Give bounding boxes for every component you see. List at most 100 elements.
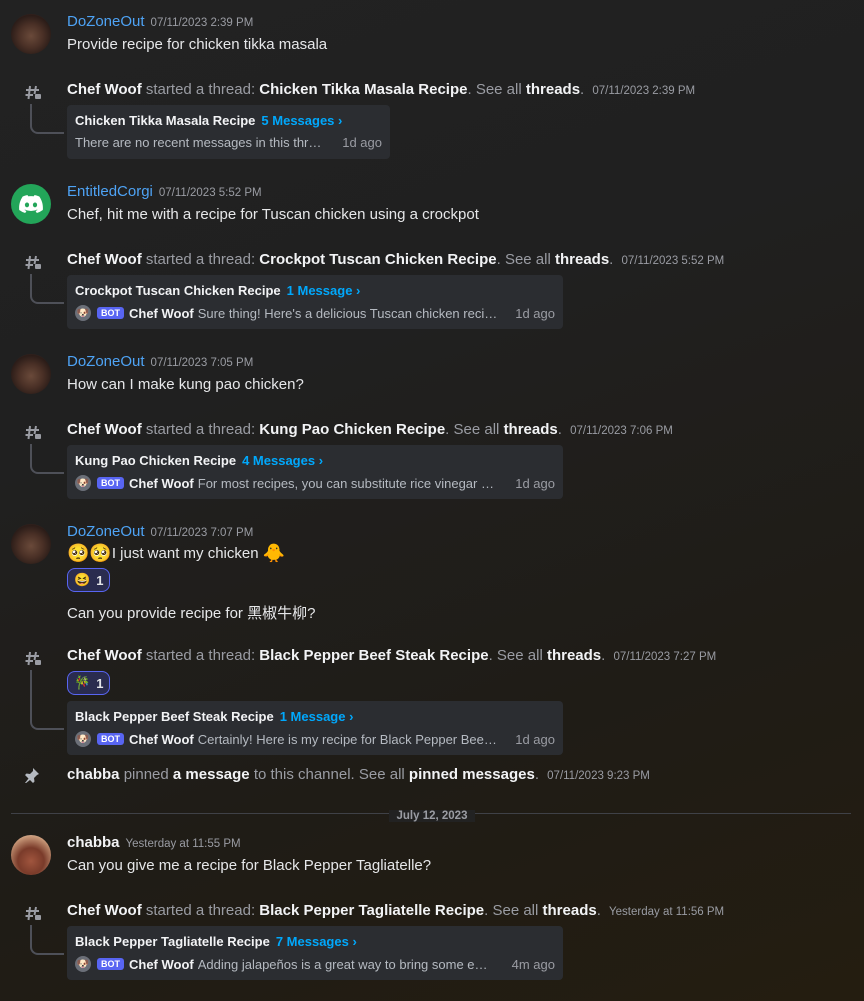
thread-name-link[interactable]: Black Pepper Tagliatelle Recipe: [259, 902, 484, 919]
timestamp: Yesterday at 11:55 PM: [125, 838, 241, 850]
timestamp: 07/11/2023 2:39 PM: [150, 17, 254, 29]
message-text: Chef, hit me with a recipe for Tuscan ch…: [67, 206, 479, 223]
username[interactable]: DoZoneOut: [67, 13, 145, 30]
preview-author: Chef Woof: [129, 475, 194, 491]
username[interactable]: EntitledCorgi: [67, 183, 153, 200]
thread-preview: Certainly! Here is my recipe for Black P…: [197, 731, 498, 747]
thread-card-title: Crockpot Tuscan Chicken Recipe: [75, 283, 281, 298]
threads-link[interactable]: threads: [547, 647, 601, 664]
timestamp: Yesterday at 11:56 PM: [609, 906, 725, 918]
pinned-messages-link[interactable]: pinned messages: [409, 766, 535, 783]
timestamp: 07/11/2023 2:39 PM: [592, 85, 696, 97]
threads-link[interactable]: threads: [526, 81, 580, 98]
timestamp: 07/11/2023 9:23 PM: [547, 770, 650, 782]
started-text: started a thread:: [145, 647, 256, 664]
reaction-count: 1: [96, 675, 104, 691]
message-text: Can you give me a recipe for Black Peppe…: [67, 857, 432, 874]
timestamp: 07/11/2023 5:52 PM: [158, 187, 262, 199]
thread-spine: [30, 670, 64, 730]
threads-link[interactable]: threads: [543, 902, 597, 919]
message-header: EntitledCorgi 07/11/2023 5:52 PM: [67, 183, 262, 200]
started-text: started a thread:: [145, 902, 256, 919]
timestamp: 07/11/2023 7:06 PM: [570, 425, 673, 437]
thread-message-count[interactable]: 1 Message ›: [280, 709, 354, 724]
thread-preview: For most recipes, you can substitute ric…: [197, 475, 497, 491]
username[interactable]: chabba: [67, 834, 120, 851]
pin-notice: chabba pinned a message to this channel.…: [67, 766, 650, 783]
to-channel-text: to this channel. See all: [253, 766, 405, 783]
pin-icon: [24, 767, 40, 788]
pin-user[interactable]: chabba: [67, 766, 120, 783]
reaction-button[interactable]: 🎋 1: [67, 671, 111, 695]
reaction-button[interactable]: 😆 1: [67, 568, 111, 592]
username[interactable]: DoZoneOut: [67, 523, 145, 540]
threads-link[interactable]: threads: [504, 421, 558, 438]
thread-icon: [24, 424, 42, 442]
username[interactable]: DoZoneOut: [67, 353, 145, 370]
thread-card[interactable]: Black Pepper Beef Steak Recipe 1 Message …: [67, 701, 563, 755]
pinned-message-link[interactable]: a message: [173, 766, 250, 783]
thread-message-count[interactable]: 7 Messages ›: [276, 934, 357, 949]
timestamp: 07/11/2023 7:27 PM: [613, 651, 717, 663]
reaction-count: 1: [96, 572, 104, 588]
threads-link[interactable]: threads: [555, 251, 609, 268]
message-header: DoZoneOut 07/11/2023 7:05 PM: [67, 353, 253, 370]
preview-author: Chef Woof: [129, 731, 194, 747]
thread-preview: There are no recent messages in this thr…: [75, 135, 325, 150]
avatar[interactable]: [11, 184, 51, 224]
thread-icon: [24, 254, 42, 272]
thread-card[interactable]: Crockpot Tuscan Chicken Recipe 1 Message …: [67, 275, 563, 329]
thread-name-link[interactable]: Black Pepper Beef Steak Recipe: [259, 647, 488, 664]
message-text: Provide recipe for chicken tikka masala: [67, 36, 328, 53]
message-header: chabba Yesterday at 11:55 PM: [67, 834, 241, 851]
thread-message-count[interactable]: 4 Messages ›: [242, 453, 323, 468]
thread-icon: [24, 84, 42, 102]
laughing-emoji: 😆: [74, 572, 91, 587]
bot-avatar: 🐶: [75, 305, 91, 321]
avatar[interactable]: [11, 524, 51, 564]
date-divider: July 12, 2023: [0, 806, 864, 824]
thread-message-count[interactable]: 1 Message ›: [287, 283, 361, 298]
thread-spine: [30, 274, 64, 304]
thread-preview: Sure thing! Here's a delicious Tuscan ch…: [197, 305, 498, 321]
bot-avatar: 🐶: [75, 475, 91, 491]
timestamp: 07/11/2023 5:52 PM: [621, 255, 725, 267]
timestamp: 07/11/2023 7:05 PM: [150, 357, 254, 369]
thread-started-notice: Chef Woof started a thread: Kung Pao Chi…: [67, 421, 673, 438]
avatar[interactable]: [11, 14, 51, 54]
preview-author: Chef Woof: [129, 305, 194, 321]
thread-starter[interactable]: Chef Woof: [67, 251, 142, 268]
timestamp: 07/11/2023 7:07 PM: [150, 527, 254, 539]
thread-spine: [30, 444, 64, 474]
thread-card-title: Black Pepper Beef Steak Recipe: [75, 709, 274, 724]
see-all-text: See all: [453, 421, 500, 438]
thread-message-count[interactable]: 5 Messages ›: [261, 113, 342, 128]
thread-card[interactable]: Kung Pao Chicken Recipe 4 Messages › 🐶 BOT…: [67, 445, 563, 499]
thread-starter[interactable]: Chef Woof: [67, 421, 142, 438]
pleading-face-emoji: 🥺🥺: [67, 543, 112, 563]
thread-started-notice: Chef Woof started a thread: Chicken Tikk…: [67, 81, 696, 98]
started-text: started a thread:: [145, 81, 256, 98]
thread-starter[interactable]: Chef Woof: [67, 81, 142, 98]
bot-avatar: 🐶: [75, 731, 91, 747]
message-header: DoZoneOut 07/11/2023 7:07 PM: [67, 523, 253, 540]
avatar[interactable]: [11, 354, 51, 394]
pinned-verb: pinned: [123, 766, 169, 783]
thread-spine: [30, 104, 64, 134]
thread-icon: [24, 905, 42, 923]
thread-card[interactable]: Black Pepper Tagliatelle Recipe 7 Message…: [67, 926, 563, 980]
thread-card[interactable]: Chicken Tikka Masala Recipe 5 Messages › …: [67, 105, 390, 159]
thread-name-link[interactable]: Chicken Tikka Masala Recipe: [259, 81, 467, 98]
bot-avatar: 🐶: [75, 956, 91, 972]
message-text: How can I make kung pao chicken?: [67, 376, 304, 393]
see-all-text: See all: [475, 81, 522, 98]
avatar[interactable]: [11, 835, 51, 875]
thread-starter[interactable]: Chef Woof: [67, 647, 142, 664]
thread-name-link[interactable]: Kung Pao Chicken Recipe: [259, 421, 445, 438]
thread-age: 1d ago: [342, 135, 382, 150]
thread-starter[interactable]: Chef Woof: [67, 902, 142, 919]
started-text: started a thread:: [145, 421, 256, 438]
message-text-row: 🥺🥺 I just want my chicken 🐥: [67, 543, 285, 564]
message-text: I just want my chicken: [111, 545, 259, 562]
thread-name-link[interactable]: Crockpot Tuscan Chicken Recipe: [259, 251, 496, 268]
